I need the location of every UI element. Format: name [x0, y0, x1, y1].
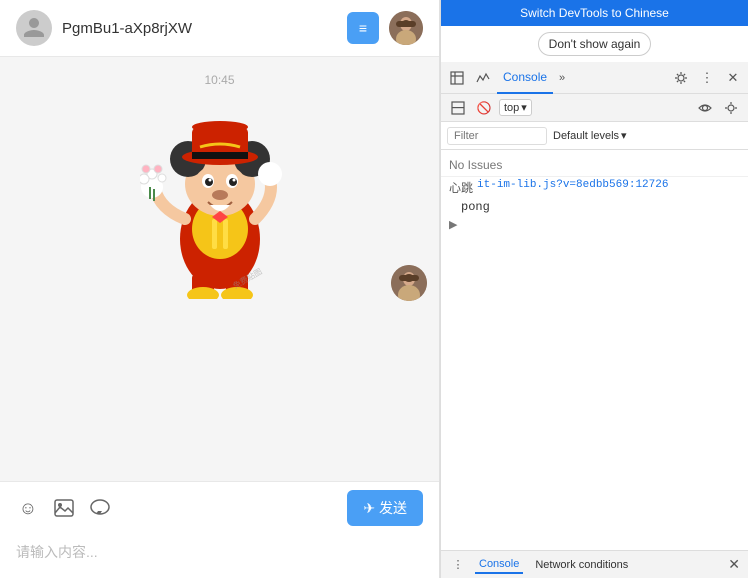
log-file-link[interactable]: it-im-lib.js?v=8edbb569:12726 — [477, 179, 668, 191]
console-toolbar: 🚫 top ▾ — [441, 94, 748, 122]
settings-icon[interactable] — [670, 67, 692, 89]
bottom-bar-menu-icon[interactable]: ⋮ — [449, 556, 467, 574]
devtools-bottom-bar: ⋮ Console Network conditions ✕ — [441, 550, 748, 578]
filter-row: Default levels ▾ — [441, 122, 748, 150]
chat-input-area[interactable]: 请输入内容... — [0, 534, 439, 578]
mickey-svg: 免费贴图 — [140, 99, 300, 299]
send-button[interactable]: ✈ 发送 — [347, 490, 423, 526]
network-svg — [476, 71, 490, 85]
sender-avatar-img — [391, 265, 427, 301]
devtools-panel: Switch DevTools to Chinese Don't show ag… — [440, 0, 748, 578]
kebab-menu-icon[interactable]: ⋮ — [696, 67, 718, 89]
chat-bubble-button[interactable] — [88, 496, 112, 520]
network-icon[interactable] — [471, 66, 495, 90]
chat-panel: PgmBu1-aXp8rjXW ≡ 10:45 — [0, 0, 440, 578]
menu-icon: ≡ — [359, 20, 367, 36]
bubble-icon — [89, 497, 111, 519]
log-pong-text: pong — [461, 200, 490, 214]
dont-show-button[interactable]: Don't show again — [538, 32, 652, 56]
image-icon — [53, 497, 75, 519]
default-levels-label: Default levels — [553, 130, 619, 142]
context-label: top — [504, 102, 519, 114]
levels-arrow-icon: ▾ — [621, 129, 627, 142]
bottom-network-tab[interactable]: Network conditions — [531, 557, 632, 573]
dropdown-arrow-icon: ▾ — [521, 101, 527, 114]
person-icon — [22, 16, 46, 40]
input-toolbar: ☺ ✈ 发送 — [0, 481, 439, 534]
context-dropdown[interactable]: top ▾ — [499, 99, 532, 116]
console-tab[interactable]: Console — [497, 62, 553, 94]
elements-icon[interactable] — [445, 66, 469, 90]
chat-messages: 10:45 — [0, 57, 439, 481]
log-secondary-row: pong — [441, 198, 748, 216]
default-levels-dropdown[interactable]: Default levels ▾ — [553, 129, 627, 142]
devtools-actions: ⋮ ✕ — [670, 67, 744, 89]
input-placeholder: 请输入内容... — [16, 544, 98, 560]
expand-arrow[interactable]: ▶ — [441, 216, 748, 233]
eye-icon[interactable] — [694, 97, 716, 119]
more-tabs-button[interactable]: » — [555, 72, 569, 84]
menu-button[interactable]: ≡ — [347, 12, 379, 44]
console-content: No Issues 心跳 it-im-lib.js?v=8edbb569:127… — [441, 150, 748, 550]
message-timestamp: 10:45 — [16, 73, 423, 87]
contact-avatar — [16, 10, 52, 46]
chat-username: PgmBu1-aXp8rjXW — [62, 20, 337, 37]
user-avatar — [389, 11, 423, 45]
close-devtools-icon[interactable]: ✕ — [722, 67, 744, 89]
console-settings-icon[interactable] — [720, 97, 742, 119]
console-gear-svg — [724, 101, 738, 115]
mickey-sticker: 免费贴图 — [140, 99, 300, 299]
eye-svg — [698, 101, 712, 115]
emoji-button[interactable]: ☺ — [16, 496, 40, 520]
no-issues-label: No Issues — [441, 154, 748, 176]
bottom-console-tab[interactable]: Console — [475, 556, 523, 574]
bottom-close-icon[interactable]: ✕ — [728, 556, 740, 573]
sticker-message: 免费贴图 — [16, 99, 423, 299]
message-sender-avatar — [391, 265, 427, 301]
image-button[interactable] — [52, 496, 76, 520]
elements-svg — [450, 71, 464, 85]
filter-input[interactable] — [447, 127, 547, 145]
user-avatar-img — [389, 11, 423, 45]
log-source-text: 心跳 — [449, 179, 473, 196]
dock-svg — [451, 101, 465, 115]
console-tab-label: Console — [503, 70, 547, 84]
devtools-tab-row: Console » ⋮ ✕ — [441, 62, 748, 94]
dock-icon[interactable] — [447, 97, 469, 119]
chat-header: PgmBu1-aXp8rjXW ≡ — [0, 0, 439, 57]
switch-language-banner[interactable]: Switch DevTools to Chinese — [441, 0, 748, 26]
gear-icon — [674, 71, 688, 85]
clear-icon[interactable]: 🚫 — [473, 97, 495, 119]
console-log-row: 心跳 it-im-lib.js?v=8edbb569:12726 — [441, 176, 748, 198]
